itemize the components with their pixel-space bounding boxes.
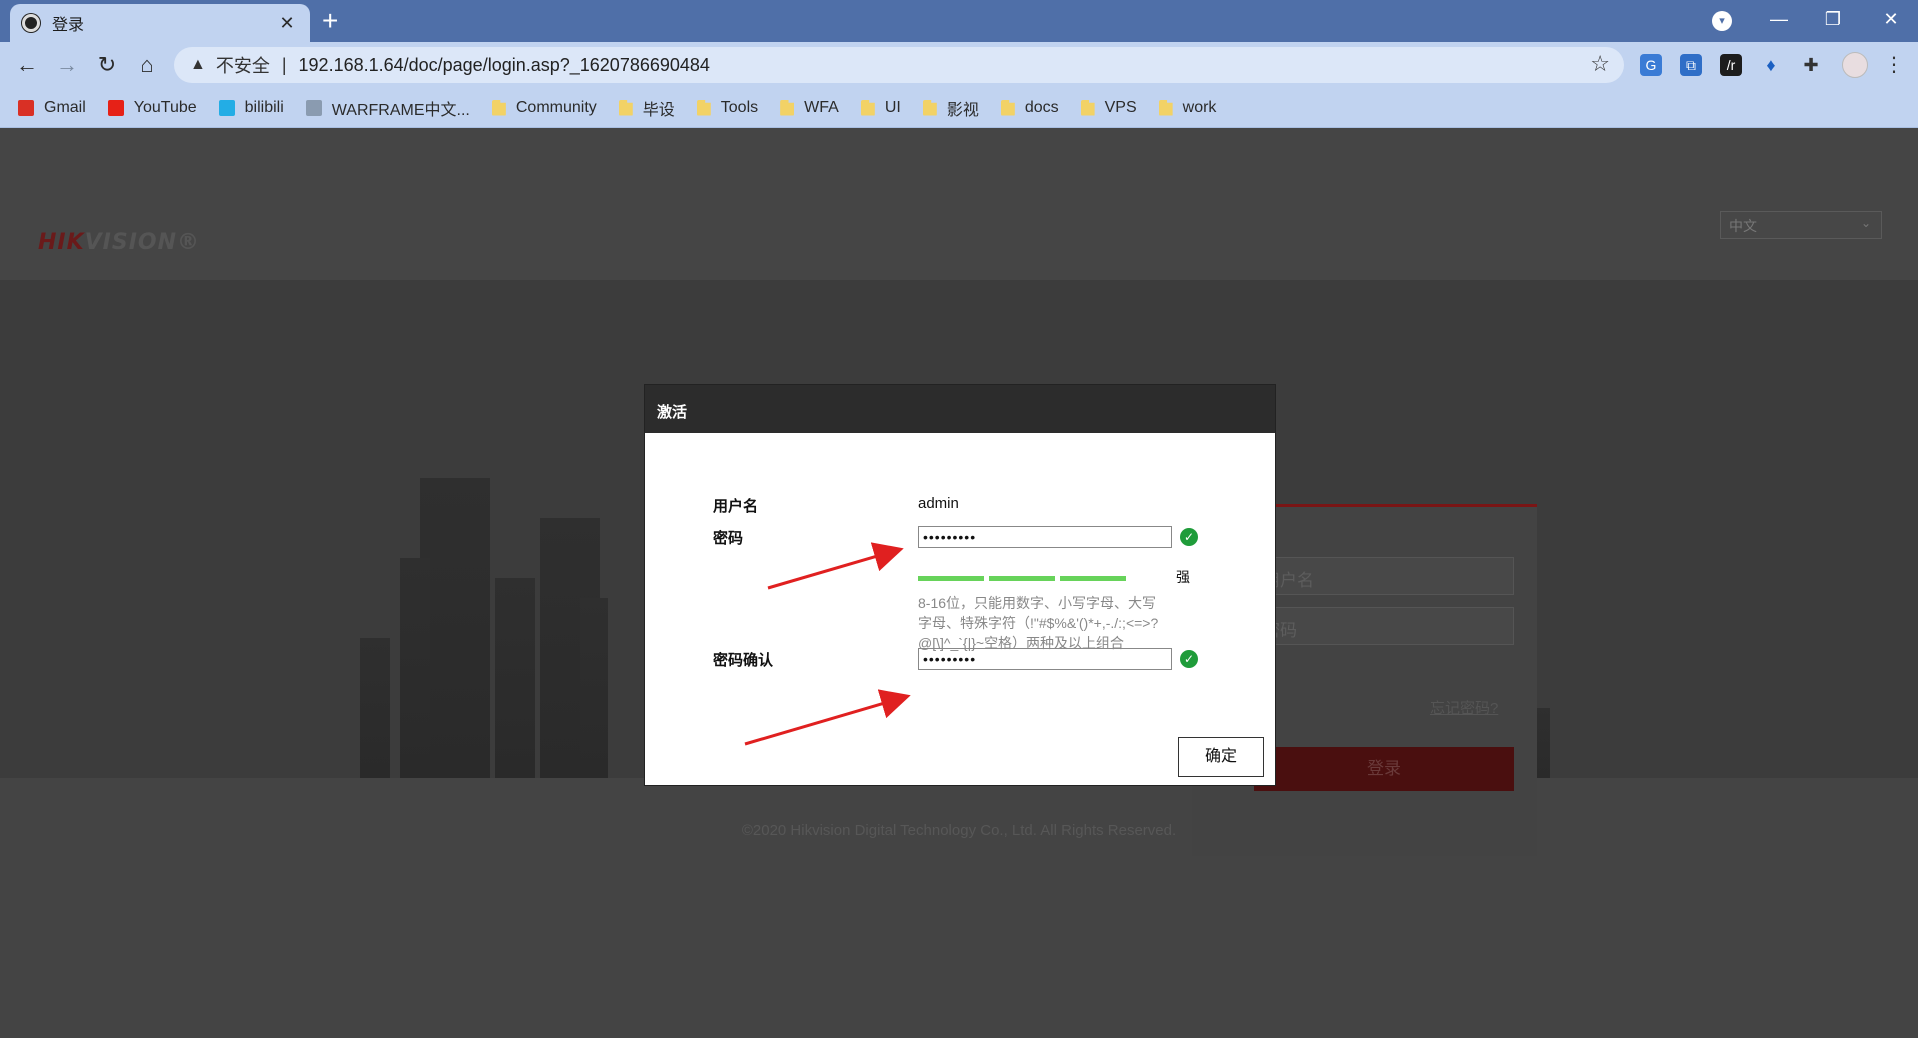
- password-valid-check-icon: ✓: [1180, 528, 1198, 546]
- bookmark-item[interactable]: work: [1158, 98, 1217, 117]
- bookmark-item[interactable]: Gmail: [18, 99, 86, 117]
- youtube-icon: [107, 99, 124, 116]
- extensions-puzzle-icon[interactable]: ✚: [1800, 54, 1822, 76]
- bookmark-item[interactable]: 影视: [922, 96, 979, 120]
- password-label: 密码: [713, 530, 744, 547]
- browser-toolbar: ← → ↻ ⌂ ▲ 不安全 | 192.168.1.64/doc/page/lo…: [0, 42, 1918, 88]
- city-building: [420, 478, 490, 778]
- back-arrow-icon[interactable]: ←: [12, 50, 42, 80]
- login-button[interactable]: 登录: [1254, 747, 1514, 791]
- warning-triangle-icon: ▲: [190, 56, 206, 73]
- warframe-icon: [305, 99, 322, 116]
- bookmark-item[interactable]: YouTube: [107, 98, 197, 117]
- bookmark-item[interactable]: WARFRAME中文...: [305, 96, 470, 120]
- bilibili-icon: [218, 99, 235, 116]
- minimize-button[interactable]: —: [1756, 6, 1802, 32]
- bookmark-label: Tools: [720, 98, 759, 116]
- folder-icon: [1000, 99, 1015, 116]
- hikvision-logo: HIKVISION®: [38, 230, 201, 255]
- confirm-valid-check-icon: ✓: [1180, 650, 1198, 668]
- folder-icon: [491, 99, 506, 116]
- bookmark-label: docs: [1024, 98, 1059, 116]
- new-tab-button[interactable]: +: [322, 6, 338, 36]
- language-select[interactable]: 中文 ⌄: [1720, 211, 1882, 239]
- screenshot-extension-icon[interactable]: ⧉: [1680, 54, 1702, 76]
- folder-icon: [1080, 99, 1095, 116]
- home-icon[interactable]: ⌂: [132, 50, 162, 80]
- bookmark-label: VPS: [1104, 98, 1137, 116]
- bookmark-item[interactable]: 毕设: [618, 96, 675, 120]
- bookmark-item[interactable]: docs: [1000, 98, 1059, 117]
- forward-arrow-icon[interactable]: →: [52, 50, 82, 80]
- bookmark-item[interactable]: bilibili: [218, 98, 284, 117]
- close-window-button[interactable]: ✕: [1868, 6, 1914, 32]
- city-building: [400, 558, 430, 778]
- folder-icon: [860, 99, 875, 116]
- bookmark-item[interactable]: Tools: [696, 98, 759, 117]
- bookmark-item[interactable]: VPS: [1080, 98, 1137, 117]
- strength-segment: [989, 576, 1055, 581]
- url-separator: |: [281, 54, 287, 75]
- bookmark-item[interactable]: Community: [491, 98, 597, 117]
- gmail-icon: [18, 99, 34, 116]
- bookmark-item[interactable]: WFA: [780, 99, 839, 117]
- forgot-password-link[interactable]: 忘记密码?: [1430, 697, 1498, 718]
- bookmark-label: work: [1182, 98, 1217, 116]
- folder-icon: [618, 99, 633, 116]
- tab-title: 登录: [52, 17, 85, 34]
- confirm-password-label: 密码确认: [713, 652, 774, 669]
- city-building: [580, 598, 608, 778]
- bookmark-label: WARFRAME中文...: [331, 101, 470, 119]
- confirm-button[interactable]: 确定: [1178, 737, 1264, 777]
- bookmark-label: bilibili: [244, 98, 284, 116]
- strength-segment: [1060, 576, 1126, 581]
- bookmark-star-icon[interactable]: ☆: [1590, 51, 1610, 77]
- username-label: 用户名: [713, 498, 759, 515]
- bookmarks-bar: Gmail YouTube bilibili WARFRAME中文... Communi…: [0, 88, 1918, 128]
- city-building: [360, 638, 390, 778]
- reload-icon[interactable]: ↻: [92, 50, 122, 80]
- folder-icon: [1158, 99, 1173, 116]
- url-text[interactable]: 192.168.1.64/doc/page/login.asp?_1620786…: [299, 55, 710, 76]
- address-bar[interactable]: ▲ 不安全 | 192.168.1.64/doc/page/login.asp?…: [174, 47, 1624, 83]
- folder-icon: [780, 99, 795, 116]
- tampermonkey-extension-icon[interactable]: /r: [1720, 54, 1742, 76]
- bookmark-label: 毕设: [642, 101, 675, 119]
- language-value: 中文: [1729, 218, 1757, 234]
- browser-titlebar: 登录 ✕ + ▾ — ❐ ✕: [0, 0, 1918, 42]
- strength-segment: [918, 576, 984, 581]
- bookmark-item[interactable]: UI: [860, 98, 901, 117]
- folder-icon: [922, 99, 937, 116]
- translate-extension-icon[interactable]: G: [1640, 54, 1662, 76]
- copyright-text: ©2020 Hikvision Digital Technology Co., …: [741, 822, 1177, 839]
- bookmark-label: UI: [884, 98, 901, 116]
- password-input[interactable]: 密码: [1254, 607, 1514, 645]
- tab-favicon: [22, 14, 40, 32]
- tab-close-icon[interactable]: ✕: [276, 13, 298, 34]
- username-value: admin: [918, 495, 959, 512]
- folder-icon: [696, 99, 711, 116]
- dialog-title: 激活: [645, 385, 1275, 433]
- password-rule-hint: 8-16位，只能用数字、小写字母、大写字母、特殊字符（!"#$%&'()*+,-…: [918, 595, 1159, 651]
- strength-label: 强: [1176, 569, 1190, 585]
- bookmark-label: Community: [515, 98, 597, 116]
- activation-dialog: 激活 用户名 admin 密码 ••••••••• ✓ 强 8-16位，只能用数…: [644, 384, 1276, 786]
- browser-tab[interactable]: 登录 ✕: [10, 4, 310, 42]
- restore-button[interactable]: ❐: [1810, 6, 1856, 32]
- username-input[interactable]: 用户名: [1254, 557, 1514, 595]
- bookmark-label: WFA: [804, 98, 839, 116]
- city-building: [495, 578, 535, 778]
- password-field[interactable]: •••••••••: [918, 526, 1172, 548]
- tab-search-icon[interactable]: ▾: [1712, 11, 1732, 31]
- page-header: HIKVISION® 中文 ⌄: [0, 128, 1918, 280]
- chevron-down-icon: ⌄: [1860, 216, 1871, 230]
- bookmark-label: Gmail: [44, 98, 86, 116]
- browser-menu-icon[interactable]: ⋮: [1884, 52, 1904, 77]
- security-warning-label: 不安全: [215, 56, 270, 76]
- bookmark-label: 影视: [946, 101, 979, 119]
- profile-avatar[interactable]: [1842, 52, 1868, 78]
- bookmark-label: YouTube: [133, 98, 197, 116]
- diamond-extension-icon[interactable]: ♦: [1760, 54, 1782, 76]
- confirm-password-field[interactable]: •••••••••: [918, 648, 1172, 670]
